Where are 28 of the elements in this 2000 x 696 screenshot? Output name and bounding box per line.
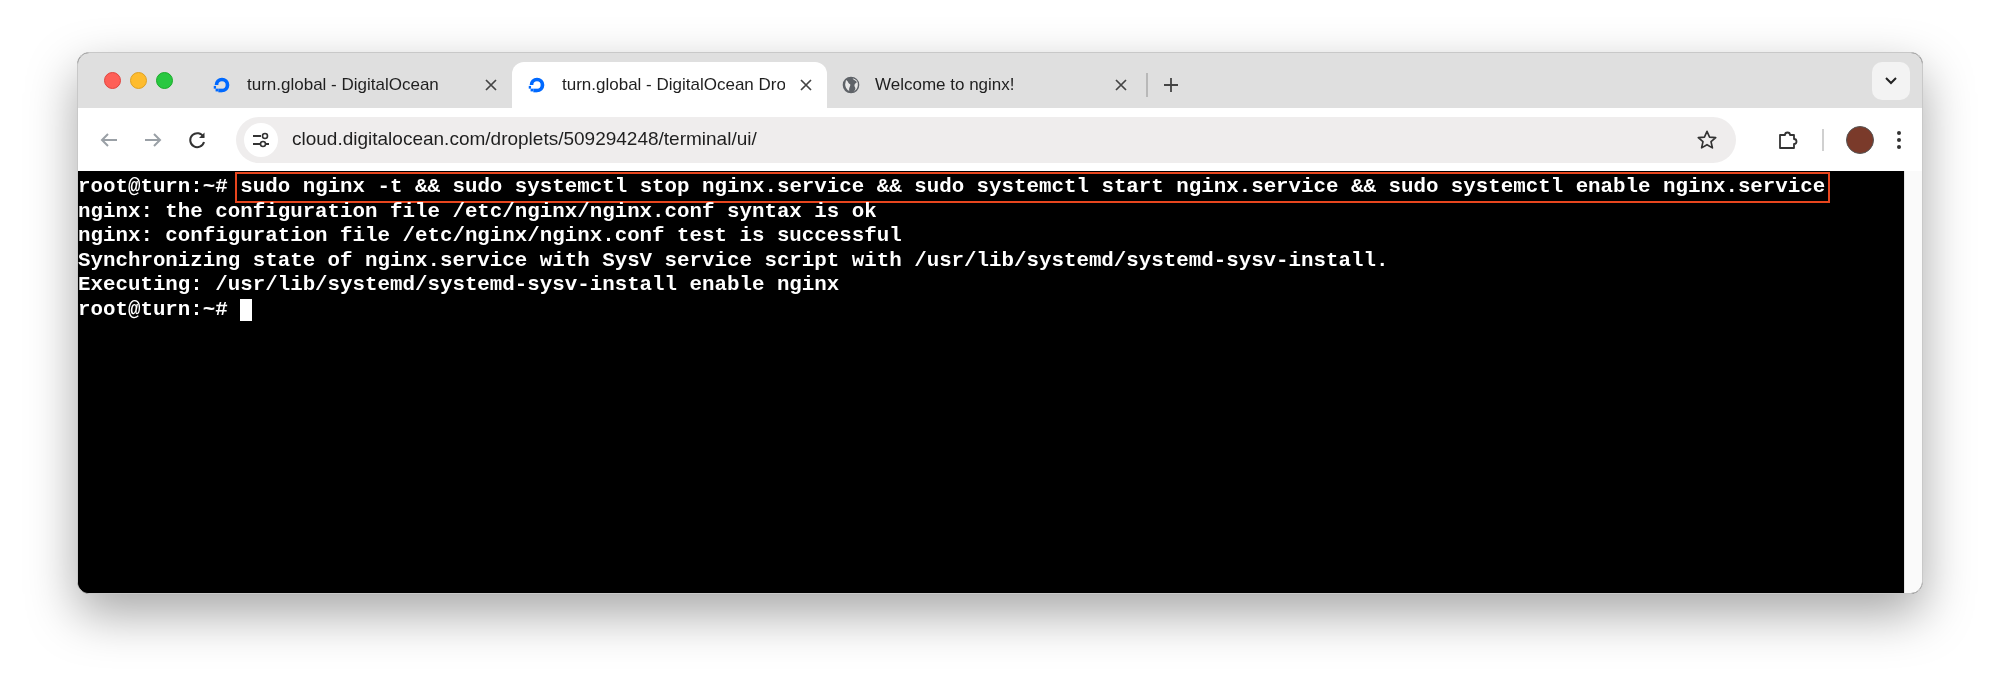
site-settings-button[interactable] <box>244 122 278 157</box>
terminal-prompt: root@turn:~# <box>78 297 228 322</box>
browser-tab[interactable]: turn.global - DigitalOcean Dro <box>512 62 827 108</box>
tab-title: Welcome to nginx! <box>875 74 1016 97</box>
tab-title: turn.global - DigitalOcean Dro <box>562 74 785 97</box>
globe-icon <box>841 75 861 95</box>
close-icon[interactable] <box>1114 78 1128 92</box>
new-tab-icon[interactable] <box>1162 76 1180 94</box>
close-icon[interactable] <box>484 78 498 92</box>
browser-tab[interactable]: Welcome to nginx! <box>827 62 1142 108</box>
terminal[interactable] <box>78 171 1904 593</box>
profile-avatar[interactable] <box>1846 125 1874 154</box>
terminal-output-line: Executing: /usr/lib/systemd/systemd-sysv-install enable nginx <box>78 273 840 298</box>
browser-tab[interactable]: turn.global - DigitalOcean <box>197 62 512 108</box>
terminal-output-line: nginx: the configuration file /etc/nginx/nginx.conf syntax is ok <box>78 199 877 224</box>
sliders-icon <box>252 131 270 148</box>
tab-title: turn.global - DigitalOcean <box>247 74 440 97</box>
chevron-down-icon <box>1884 75 1898 86</box>
terminal-output-line: Synchronizing state of nginx.service with SysV service script with /usr/lib/systemd/systemd-sysv-install. <box>78 248 1389 273</box>
terminal-output-line: nginx: configuration file /etc/nginx/nginx.conf test is successful <box>78 224 902 249</box>
url-text: cloud.digitalocean.com/droplets/509294248/terminal/ui/ <box>292 127 758 152</box>
close-icon[interactable] <box>799 78 813 92</box>
more-menu-icon[interactable] <box>1896 129 1902 150</box>
star-icon[interactable] <box>1696 128 1718 151</box>
terminal-command: sudo nginx -t && sudo systemctl stop nginx.service && sudo systemctl start nginx.service && sudo systemctl enable nginx.service <box>238 175 1828 200</box>
terminal-prompt: root@turn:~# <box>78 175 228 200</box>
address-bar[interactable]: cloud.digitalocean.com/droplets/509294248/terminal/ui/ <box>236 116 1736 163</box>
close-window-button[interactable] <box>104 72 121 89</box>
